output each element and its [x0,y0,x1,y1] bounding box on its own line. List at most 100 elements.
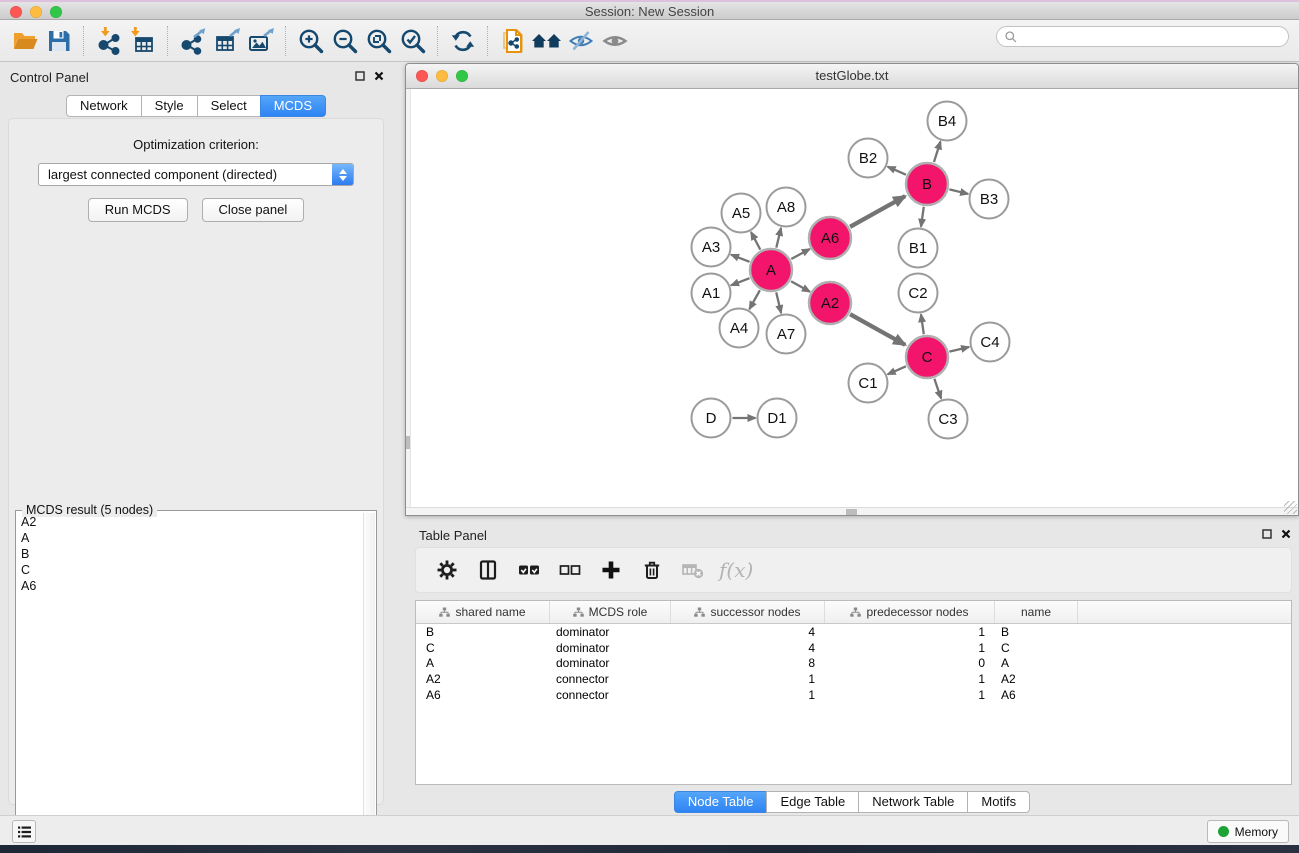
node-B3[interactable]: B3 [970,180,1009,219]
node-C1[interactable]: C1 [849,364,888,403]
import-table-button[interactable] [126,24,160,58]
edge-A-A3[interactable] [731,255,749,262]
node-C2[interactable]: C2 [899,274,938,313]
node-B1[interactable]: B1 [899,229,938,268]
edge-A-A1[interactable] [731,278,749,285]
tab-edge-table[interactable]: Edge Table [766,791,859,813]
table-row-a2[interactable]: A2connector11A2 [416,671,1291,687]
float-panel-icon[interactable] [1262,529,1272,539]
table-row-b[interactable]: Bdominator41B [416,624,1291,640]
export-network-button[interactable] [176,24,210,58]
edge-A-A2[interactable] [791,281,810,292]
export-table-button[interactable] [210,24,244,58]
node-B4[interactable]: B4 [928,102,967,141]
column-header-successor-nodes[interactable]: successor nodes [671,601,825,623]
table-row-a[interactable]: Adominator80A [416,656,1291,672]
close-panel-button[interactable]: Close panel [202,198,305,222]
tab-style[interactable]: Style [141,95,198,117]
result-item-a6[interactable]: A6 [18,578,362,594]
open-session-button[interactable] [8,24,42,58]
edge-B-B4[interactable] [934,141,941,162]
import-network-button[interactable] [92,24,126,58]
edge-A2-C[interactable] [850,314,905,345]
edge-A-A4[interactable] [749,290,760,309]
edge-A-A6[interactable] [791,249,810,259]
node-A6[interactable]: A6 [809,217,851,259]
network-from-file-button[interactable] [496,24,530,58]
search-input[interactable] [1021,29,1288,45]
edge-A-A5[interactable] [751,232,760,250]
node-A2[interactable]: A2 [809,282,851,324]
node-D[interactable]: D [692,399,731,438]
node-A5[interactable]: A5 [722,194,761,233]
tab-node-table[interactable]: Node Table [674,791,768,813]
search-box[interactable] [996,26,1289,47]
zoom-out-button[interactable] [328,24,362,58]
float-panel-icon[interactable] [355,71,365,81]
node-A[interactable]: A [750,249,792,291]
hide-panels-button[interactable] [564,24,598,58]
close-panel-icon[interactable] [374,71,384,81]
edge-B-B3[interactable] [949,189,968,194]
node-A3[interactable]: A3 [692,228,731,267]
save-session-button[interactable] [42,24,76,58]
column-header-mcds-role[interactable]: MCDS role [550,601,671,623]
result-item-a2[interactable]: A2 [18,514,362,530]
export-image-button[interactable] [244,24,278,58]
zoom-in-button[interactable] [294,24,328,58]
canvas-vertical-scrollbar[interactable] [406,89,411,509]
edge-A-A7[interactable] [776,292,781,313]
deselect-all-button[interactable] [555,555,585,585]
column-header-predecessor-nodes[interactable]: predecessor nodes [825,601,995,623]
tab-select[interactable]: Select [197,95,261,117]
node-C3[interactable]: C3 [929,400,968,439]
result-item-b[interactable]: B [18,546,362,562]
task-history-button[interactable] [12,820,36,843]
home-button[interactable] [530,24,564,58]
table-settings-button[interactable] [432,555,462,585]
result-item-c[interactable]: C [18,562,362,578]
tab-network[interactable]: Network [66,95,142,117]
edge-B-B2[interactable] [888,167,906,175]
criterion-select[interactable]: largest connected component (directed) [38,163,354,186]
network-window-titlebar[interactable]: testGlobe.txt [406,64,1298,89]
tab-motifs[interactable]: Motifs [967,791,1030,813]
node-B[interactable]: B [906,163,948,205]
add-column-button[interactable] [596,555,626,585]
result-item-a[interactable]: A [18,530,362,546]
edge-A-A8[interactable] [776,228,781,248]
zoom-fit-button[interactable] [362,24,396,58]
window-resize-grip[interactable] [1284,501,1297,514]
show-columns-button[interactable] [473,555,503,585]
edge-C-C4[interactable] [949,347,969,352]
run-mcds-button[interactable]: Run MCDS [88,198,188,222]
table-row-c[interactable]: Cdominator41C [416,640,1291,656]
network-canvas[interactable]: B4B2BB3A8A5A6A3B1AA1C2A2A4A7C4CC1C3DD1 [406,89,1298,509]
node-A7[interactable]: A7 [767,315,806,354]
node-A8[interactable]: A8 [767,188,806,227]
node-C[interactable]: C [906,336,948,378]
edge-C-C1[interactable] [888,366,906,374]
node-C4[interactable]: C4 [971,323,1010,362]
node-B2[interactable]: B2 [849,139,888,178]
delete-column-button[interactable] [637,555,667,585]
select-all-button[interactable] [514,555,544,585]
edge-C-C3[interactable] [934,379,941,399]
result-scrollbar[interactable] [363,513,375,849]
tab-mcds[interactable]: MCDS [260,95,326,117]
edge-C-C2[interactable] [921,314,924,334]
table-row-a6[interactable]: A6connector11A6 [416,687,1291,703]
show-panels-button[interactable] [598,24,632,58]
edge-A6-B[interactable] [850,196,905,227]
canvas-horizontal-scrollbar[interactable] [406,507,1298,515]
edge-B-B1[interactable] [921,207,924,227]
memory-button[interactable]: Memory [1207,820,1289,843]
node-A4[interactable]: A4 [720,309,759,348]
node-D1[interactable]: D1 [758,399,797,438]
delete-table-button[interactable] [678,555,708,585]
tab-network-table[interactable]: Network Table [858,791,968,813]
column-header-shared-name[interactable]: shared name [416,601,550,623]
refresh-button[interactable] [446,24,480,58]
function-builder-button[interactable]: f(x) [719,555,753,585]
column-header-name[interactable]: name [995,601,1078,623]
